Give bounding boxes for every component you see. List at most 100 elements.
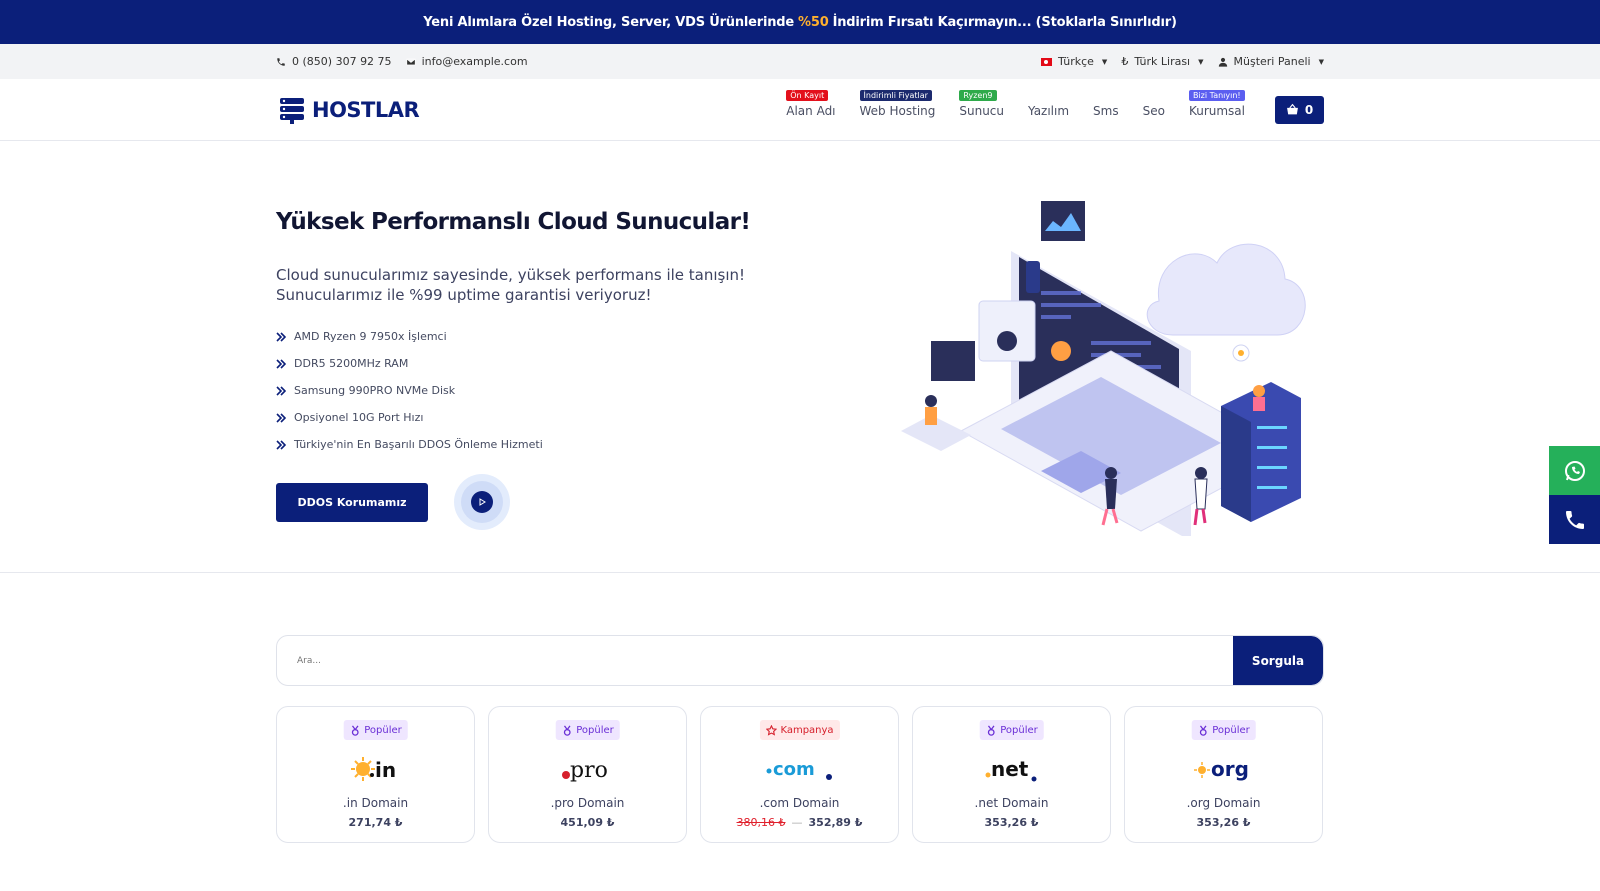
domain-logo-org: org xyxy=(1125,753,1322,785)
language-dropdown[interactable]: Türkçe ▼ xyxy=(1041,55,1107,68)
basket-icon xyxy=(1286,103,1298,115)
main-menu: Ön Kayıt Alan Adı İndirimli Fiyatlar Web… xyxy=(786,79,1245,140)
promo-text-after: İndirim Fırsatı Kaçırmayın... (Stoklarla… xyxy=(832,14,1177,30)
feature-text: Samsung 990PRO NVMe Disk xyxy=(294,384,456,397)
nav-label: Sms xyxy=(1093,104,1119,118)
promo-banner: Yeni Alımlara Özel Hosting, Server, VDS … xyxy=(0,0,1600,44)
campaign-tag: Kampanya xyxy=(759,720,840,740)
popular-tag: Popüler xyxy=(555,720,620,740)
domain-price: 353,26 ₺ xyxy=(913,816,1110,829)
svg-text:in: in xyxy=(375,758,396,782)
email-link[interactable]: info@example.com xyxy=(406,55,528,68)
domain-logo-in: in xyxy=(277,753,474,785)
nav-badge: Ön Kayıt xyxy=(786,90,829,101)
feature-item: Opsiyonel 10G Port Hızı xyxy=(276,404,796,431)
medal-icon xyxy=(987,725,995,736)
hero-title: Yüksek Performanslı Cloud Sunucular! xyxy=(276,209,751,235)
hero-section: Yüksek Performanslı Cloud Sunucular! Clo… xyxy=(0,141,1600,573)
nav-label: Kurumsal xyxy=(1188,104,1245,118)
domain-name: .net Domain xyxy=(974,796,1049,810)
nav-item-kurumsal[interactable]: Bizi Tanıyın! Kurumsal xyxy=(1188,90,1245,118)
turkey-flag-icon xyxy=(1041,57,1053,66)
domain-card[interactable]: Popüler org .org Domain 353,26 ₺ xyxy=(1124,706,1323,843)
double-chevron-icon xyxy=(276,331,286,342)
price-value: 353,26 ₺ xyxy=(1196,816,1251,829)
tag-label: Popüler xyxy=(1000,724,1038,736)
feature-text: Türkiye'nin En Başarılı DDOS Önleme Hizm… xyxy=(294,438,543,451)
cart-count: 0 xyxy=(1304,102,1314,117)
whatsapp-icon xyxy=(1564,460,1585,481)
old-price: 380,16 ₺ xyxy=(736,816,786,829)
nav-badge: Ryzen9 xyxy=(959,90,997,101)
call-button[interactable] xyxy=(1549,495,1600,544)
feature-text: AMD Ryzen 9 7950x İşlemci xyxy=(294,330,447,343)
nav-label: Sunucu xyxy=(959,104,1005,118)
language-label: Türkçe xyxy=(1058,55,1094,68)
phone-link[interactable]: 0 (850) 307 92 75 xyxy=(276,55,392,68)
nav-item-seo[interactable]: Seo xyxy=(1143,104,1165,118)
domain-price: 353,26 ₺ xyxy=(1125,816,1322,829)
caret-down-icon: ▼ xyxy=(1198,57,1204,66)
feature-item: Türkiye'nin En Başarılı DDOS Önleme Hizm… xyxy=(276,431,796,458)
cloud-server-illustration xyxy=(901,201,1306,536)
domain-price: 380,16 ₺ — 352,89 ₺ xyxy=(701,816,898,829)
svg-text:pro: pro xyxy=(570,758,608,783)
domain-name: .pro Domain xyxy=(550,796,625,810)
domain-search-bar: Sorgula xyxy=(276,635,1324,686)
ddos-button[interactable]: DDOS Korumamız xyxy=(276,482,428,522)
currency-dropdown[interactable]: ₺ Türk Lirası ▼ xyxy=(1121,55,1203,68)
nav-item-sms[interactable]: Sms xyxy=(1093,104,1119,118)
main-navbar: HOSTLAR Ön Kayıt Alan Adı İndirimli Fiya… xyxy=(0,79,1600,141)
feature-item: AMD Ryzen 9 7950x İşlemci xyxy=(276,323,796,350)
domain-price: 451,09 ₺ xyxy=(489,816,686,829)
nav-item-yazilim[interactable]: Yazılım xyxy=(1028,104,1069,118)
domain-card[interactable]: Popüler pro .pro Domain 451,09 ₺ xyxy=(488,706,687,843)
tag-label: Popüler xyxy=(1212,724,1250,736)
feature-text: Opsiyonel 10G Port Hızı xyxy=(294,411,424,424)
price-value: 271,74 ₺ xyxy=(348,816,403,829)
double-chevron-icon xyxy=(276,385,286,396)
top-bar: 0 (850) 307 92 75 info@example.com Türkç… xyxy=(0,44,1600,79)
domain-section: Sorgula Popüler in .in Domain 271,74 ₺ P… xyxy=(0,573,1600,891)
cart-button[interactable]: 0 xyxy=(1275,95,1324,124)
domain-card[interactable]: Popüler in .in Domain 271,74 ₺ xyxy=(276,706,475,843)
account-dropdown[interactable]: Müşteri Paneli ▼ xyxy=(1218,55,1324,68)
whatsapp-button[interactable] xyxy=(1549,446,1600,495)
svg-text:org: org xyxy=(1211,757,1249,781)
popular-tag: Popüler xyxy=(343,720,408,740)
lira-icon: ₺ xyxy=(1121,55,1129,68)
caret-down-icon: ▼ xyxy=(1318,57,1324,66)
double-chevron-icon xyxy=(276,412,286,423)
play-icon xyxy=(479,498,486,506)
nav-item-web-hosting[interactable]: İndirimli Fiyatlar Web Hosting xyxy=(859,90,936,118)
mail-icon xyxy=(406,58,416,65)
price-value: 352,89 ₺ xyxy=(808,816,863,829)
domain-search-input[interactable] xyxy=(277,636,1233,685)
phone-icon xyxy=(1565,510,1584,529)
domain-card[interactable]: Popüler net .net Domain 353,26 ₺ xyxy=(912,706,1111,843)
double-chevron-icon xyxy=(276,439,286,450)
tag-label: Kampanya xyxy=(780,724,834,736)
domain-logo-net: net xyxy=(913,753,1110,785)
hero-lead: Cloud sunucularımız sayesinde, yüksek pe… xyxy=(276,265,796,305)
caret-down-icon: ▼ xyxy=(1101,57,1108,66)
nav-item-sunucu[interactable]: Ryzen9 Sunucu xyxy=(959,90,1005,118)
domain-card[interactable]: Kampanya com .com Domain 380,16 ₺ — 352,89… xyxy=(700,706,899,843)
svg-text:net: net xyxy=(991,757,1029,781)
hero-lead-line2: Sunucularımız ile %99 uptime garantisi v… xyxy=(276,286,652,304)
nav-item-alan-adi[interactable]: Ön Kayıt Alan Adı xyxy=(786,90,836,118)
nav-badge: Bizi Tanıyın! xyxy=(1188,90,1245,101)
account-label: Müşteri Paneli xyxy=(1233,55,1311,68)
play-video-button[interactable] xyxy=(454,474,510,530)
popular-tag: Popüler xyxy=(1191,720,1256,740)
domain-name: .in Domain xyxy=(342,796,409,810)
domain-name: .com Domain xyxy=(759,796,840,810)
domain-query-button[interactable]: Sorgula xyxy=(1233,636,1323,685)
nav-label: Web Hosting xyxy=(859,104,936,118)
hero-lead-line1: Cloud sunucularımız sayesinde, yüksek pe… xyxy=(276,266,746,284)
svg-text:com: com xyxy=(773,759,815,780)
site-logo[interactable]: HOSTLAR xyxy=(276,94,420,126)
phone-icon xyxy=(277,57,285,66)
logo-text: HOSTLAR xyxy=(312,97,420,122)
tag-label: Popüler xyxy=(576,724,614,736)
